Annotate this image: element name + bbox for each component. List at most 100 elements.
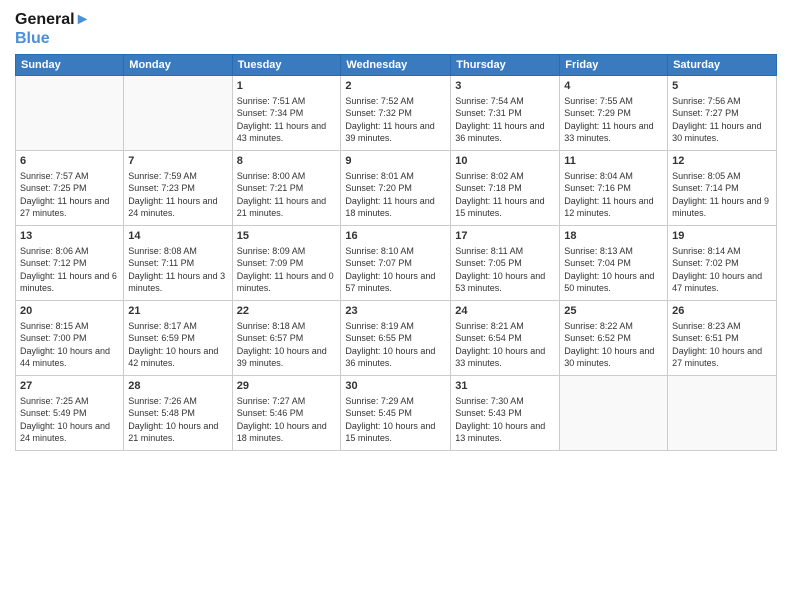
day-number: 9 — [345, 154, 446, 169]
calendar-cell: 3Sunrise: 7:54 AMSunset: 7:31 PMDaylight… — [451, 76, 560, 151]
day-info: Daylight: 10 hours and 39 minutes. — [237, 345, 337, 369]
day-info: Sunset: 7:05 PM — [455, 257, 555, 269]
header: General► Blue — [15, 10, 777, 48]
calendar-cell — [668, 376, 777, 451]
calendar-col-header: Wednesday — [341, 55, 451, 76]
day-number: 8 — [237, 154, 337, 169]
day-info: Daylight: 10 hours and 24 minutes. — [20, 420, 119, 444]
day-info: Sunrise: 7:55 AM — [564, 95, 663, 107]
calendar-cell: 27Sunrise: 7:25 AMSunset: 5:49 PMDayligh… — [16, 376, 124, 451]
day-info: Daylight: 11 hours and 15 minutes. — [455, 195, 555, 219]
day-info: Sunset: 5:43 PM — [455, 407, 555, 419]
day-number: 24 — [455, 304, 555, 319]
day-number: 20 — [20, 304, 119, 319]
day-info: Daylight: 11 hours and 30 minutes. — [672, 120, 772, 144]
calendar-table: SundayMondayTuesdayWednesdayThursdayFrid… — [15, 54, 777, 451]
day-number: 17 — [455, 229, 555, 244]
calendar-cell: 9Sunrise: 8:01 AMSunset: 7:20 PMDaylight… — [341, 151, 451, 226]
day-info: Sunset: 6:52 PM — [564, 332, 663, 344]
day-number: 18 — [564, 229, 663, 244]
day-info: Sunrise: 7:29 AM — [345, 395, 446, 407]
logo-text: General► Blue — [15, 10, 90, 48]
day-info: Sunrise: 7:27 AM — [237, 395, 337, 407]
calendar-cell: 15Sunrise: 8:09 AMSunset: 7:09 PMDayligh… — [232, 226, 341, 301]
day-info: Sunset: 7:07 PM — [345, 257, 446, 269]
day-info: Sunset: 7:25 PM — [20, 182, 119, 194]
day-info: Sunrise: 8:19 AM — [345, 320, 446, 332]
calendar-cell: 13Sunrise: 8:06 AMSunset: 7:12 PMDayligh… — [16, 226, 124, 301]
calendar-cell — [124, 76, 232, 151]
day-info: Daylight: 10 hours and 30 minutes. — [564, 345, 663, 369]
calendar-cell: 14Sunrise: 8:08 AMSunset: 7:11 PMDayligh… — [124, 226, 232, 301]
day-info: Sunset: 7:29 PM — [564, 107, 663, 119]
day-info: Sunrise: 7:59 AM — [128, 170, 227, 182]
day-info: Sunrise: 7:56 AM — [672, 95, 772, 107]
calendar-col-header: Saturday — [668, 55, 777, 76]
calendar-cell: 4Sunrise: 7:55 AMSunset: 7:29 PMDaylight… — [560, 76, 668, 151]
day-info: Daylight: 10 hours and 53 minutes. — [455, 270, 555, 294]
calendar-week-row: 6Sunrise: 7:57 AMSunset: 7:25 PMDaylight… — [16, 151, 777, 226]
calendar-col-header: Monday — [124, 55, 232, 76]
day-number: 5 — [672, 79, 772, 94]
day-info: Sunset: 7:18 PM — [455, 182, 555, 194]
day-number: 10 — [455, 154, 555, 169]
calendar-week-row: 20Sunrise: 8:15 AMSunset: 7:00 PM Dayligh… — [16, 301, 777, 376]
day-info: Sunrise: 8:01 AM — [345, 170, 446, 182]
calendar-cell: 23Sunrise: 8:19 AMSunset: 6:55 PMDayligh… — [341, 301, 451, 376]
day-info: Sunrise: 8:23 AM — [672, 320, 772, 332]
day-info: Sunset: 7:32 PM — [345, 107, 446, 119]
day-info: Sunset: 6:59 PM — [128, 332, 227, 344]
logo: General► Blue — [15, 10, 90, 48]
day-info: Sunset: 7:09 PM — [237, 257, 337, 269]
day-info: Sunset: 6:51 PM — [672, 332, 772, 344]
calendar-cell: 10Sunrise: 8:02 AMSunset: 7:18 PMDayligh… — [451, 151, 560, 226]
day-number: 19 — [672, 229, 772, 244]
calendar-cell: 26Sunrise: 8:23 AMSunset: 6:51 PMDayligh… — [668, 301, 777, 376]
day-info: Sunset: 7:20 PM — [345, 182, 446, 194]
day-number: 14 — [128, 229, 227, 244]
day-number: 22 — [237, 304, 337, 319]
day-info: Sunrise: 8:18 AM — [237, 320, 337, 332]
day-info: Sunrise: 8:00 AM — [237, 170, 337, 182]
day-info: Sunset: 7:16 PM — [564, 182, 663, 194]
day-info: Daylight: 10 hours and 47 minutes. — [672, 270, 772, 294]
day-info: Daylight: 10 hours and 36 minutes. — [345, 345, 446, 369]
calendar-cell: 8Sunrise: 8:00 AMSunset: 7:21 PMDaylight… — [232, 151, 341, 226]
day-info: Sunrise: 8:21 AM — [455, 320, 555, 332]
calendar-week-row: 27Sunrise: 7:25 AMSunset: 5:49 PMDayligh… — [16, 376, 777, 451]
day-info: Sunset: 7:27 PM — [672, 107, 772, 119]
day-number: 30 — [345, 379, 446, 394]
day-info: Daylight: 11 hours and 3 minutes. — [128, 270, 227, 294]
day-info: Sunrise: 8:05 AM — [672, 170, 772, 182]
calendar-col-header: Sunday — [16, 55, 124, 76]
calendar-week-row: 13Sunrise: 8:06 AMSunset: 7:12 PMDayligh… — [16, 226, 777, 301]
day-info: Sunset: 7:00 PM — [20, 332, 119, 344]
day-info: Sunrise: 8:04 AM — [564, 170, 663, 182]
day-info: Sunset: 7:02 PM — [672, 257, 772, 269]
day-info: Sunset: 6:57 PM — [237, 332, 337, 344]
page: General► Blue SundayMondayTuesdayWednesd… — [0, 0, 792, 612]
calendar-cell: 2Sunrise: 7:52 AMSunset: 7:32 PMDaylight… — [341, 76, 451, 151]
day-info: Daylight: 10 hours and 18 minutes. — [237, 420, 337, 444]
day-info: Sunrise: 8:06 AM — [20, 245, 119, 257]
day-info: Sunrise: 8:08 AM — [128, 245, 227, 257]
day-number: 16 — [345, 229, 446, 244]
day-info: Sunset: 6:55 PM — [345, 332, 446, 344]
day-info: Daylight: 11 hours and 43 minutes. — [237, 120, 337, 144]
day-info: Daylight: 11 hours and 36 minutes. — [455, 120, 555, 144]
day-info: Sunrise: 8:13 AM — [564, 245, 663, 257]
day-info: Daylight: 11 hours and 21 minutes. — [237, 195, 337, 219]
day-info: Sunrise: 7:51 AM — [237, 95, 337, 107]
day-info: Daylight: 10 hours and 27 minutes. — [672, 345, 772, 369]
day-number: 6 — [20, 154, 119, 169]
day-info: Sunrise: 8:10 AM — [345, 245, 446, 257]
day-info: Daylight: 11 hours and 0 minutes. — [237, 270, 337, 294]
calendar-cell: 24Sunrise: 8:21 AMSunset: 6:54 PMDayligh… — [451, 301, 560, 376]
day-info: Sunset: 5:48 PM — [128, 407, 227, 419]
day-info: Daylight: 10 hours and 15 minutes. — [345, 420, 446, 444]
day-info: Sunrise: 8:15 AM — [20, 320, 119, 332]
calendar-cell: 7Sunrise: 7:59 AMSunset: 7:23 PMDaylight… — [124, 151, 232, 226]
calendar-cell: 16Sunrise: 8:10 AMSunset: 7:07 PMDayligh… — [341, 226, 451, 301]
day-info: Sunrise: 8:22 AM — [564, 320, 663, 332]
day-number: 11 — [564, 154, 663, 169]
